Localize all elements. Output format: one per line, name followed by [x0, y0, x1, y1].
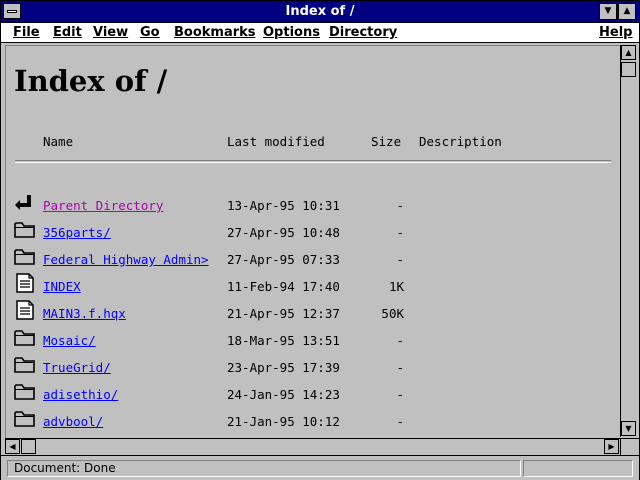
entry-modified: 27-Apr-95 10:48	[227, 225, 340, 240]
entry-size: -	[396, 333, 404, 348]
entry-size: -	[396, 252, 404, 267]
header-divider	[15, 160, 611, 163]
table-row: 356parts/27-Apr-95 10:48 -	[6, 219, 616, 243]
maximize-button[interactable]: ▲	[618, 3, 636, 20]
entry-modified: 21-Apr-95 12:37	[227, 306, 340, 321]
table-row: INDEX 11-Feb-94 17:40 1K	[6, 273, 616, 297]
entry-link[interactable]: Parent Directory	[43, 198, 163, 213]
entry-modified: 23-Apr-95 17:39	[227, 360, 340, 375]
entry-size: -	[396, 414, 404, 429]
folder-icon[interactable]	[14, 408, 36, 428]
table-row: Parent Directory 13-Apr-95 10:31 -	[6, 192, 616, 216]
folder-icon[interactable]	[14, 327, 36, 347]
entry-size: -	[396, 225, 404, 240]
title-bar[interactable]: Index of / ▼ ▲	[1, 1, 639, 23]
entry-link[interactable]: TrueGrid/	[43, 360, 111, 375]
scrollbar-corner	[620, 438, 639, 455]
menu-go[interactable]: Go	[140, 24, 160, 41]
vertical-scrollbar[interactable]: ▲ ▼	[620, 45, 638, 437]
table-row: adisethio/24-Jan-95 14:23 -	[6, 381, 616, 405]
entry-link[interactable]: Federal Highway Admin>	[43, 252, 209, 267]
page-title: Index of /	[14, 64, 168, 98]
menu-view[interactable]: View	[93, 24, 128, 41]
entry-size: -	[396, 387, 404, 402]
entry-size: 1K	[388, 279, 404, 294]
entry-link[interactable]: Mosaic/	[43, 333, 96, 348]
document-icon[interactable]	[14, 273, 36, 293]
folder-icon[interactable]	[14, 381, 36, 401]
browser-window: Index of / ▼ ▲ File Edit View Go Bookmar…	[0, 0, 640, 480]
page-content: Index of / Name Last modified Size Descr…	[5, 45, 620, 438]
menu-edit[interactable]: Edit	[53, 24, 82, 41]
menu-file[interactable]: File	[13, 24, 40, 41]
scroll-right-button[interactable]: ▶	[604, 439, 619, 454]
entry-link[interactable]: adisethio/	[43, 387, 118, 402]
menu-help[interactable]: Help	[599, 24, 632, 41]
horizontal-scrollbar[interactable]: ◀ ▶	[5, 438, 620, 455]
menu-options[interactable]: Options	[263, 24, 320, 41]
entry-modified: 11-Feb-94 17:40	[227, 279, 340, 294]
column-header-modified: Last modified	[227, 134, 325, 149]
menu-directory[interactable]: Directory	[329, 24, 397, 41]
entry-link[interactable]: advbool/	[43, 414, 103, 429]
folder-icon[interactable]	[14, 219, 36, 239]
scroll-down-button[interactable]: ▼	[621, 421, 636, 436]
menu-bookmarks[interactable]: Bookmarks	[174, 24, 256, 41]
entry-modified: 21-Jan-95 10:12	[227, 414, 340, 429]
progress-indicator	[523, 460, 633, 477]
column-header-description: Description	[419, 134, 502, 149]
table-row: Federal Highway Admin> 27-Apr-95 07:33 -	[6, 246, 616, 270]
table-row: advbool/21-Jan-95 10:12 -	[6, 408, 616, 432]
minimize-button[interactable]: ▼	[599, 3, 617, 20]
column-header-size: Size	[371, 134, 402, 149]
parent-arrow-icon[interactable]	[14, 192, 36, 212]
folder-icon[interactable]	[14, 246, 36, 266]
entry-modified: 13-Apr-95 10:31	[227, 198, 340, 213]
entry-size: -	[396, 360, 404, 375]
entry-modified: 27-Apr-95 07:33	[227, 252, 340, 267]
entry-modified: 24-Jan-95 14:23	[227, 387, 340, 402]
entry-link[interactable]: MAIN3.f.hqx	[43, 306, 126, 321]
status-bar: Document: Done	[1, 455, 639, 480]
document-icon[interactable]	[14, 300, 36, 320]
entry-size: 50K	[381, 306, 404, 321]
window-title: Index of /	[285, 4, 355, 19]
vertical-scroll-thumb[interactable]	[621, 62, 636, 77]
horizontal-scroll-thumb[interactable]	[21, 439, 36, 454]
table-row: TrueGrid/23-Apr-95 17:39 -	[6, 354, 616, 378]
scroll-left-button[interactable]: ◀	[5, 439, 20, 454]
entry-size: -	[396, 198, 404, 213]
scroll-up-button[interactable]: ▲	[621, 45, 636, 60]
entry-modified: 18-Mar-95 13:51	[227, 333, 340, 348]
folder-icon[interactable]	[14, 354, 36, 374]
entry-link[interactable]: 356parts/	[43, 225, 111, 240]
table-row: MAIN3.f.hqx 21-Apr-95 12:37 50K	[6, 300, 616, 324]
entry-link[interactable]: INDEX	[43, 279, 81, 294]
table-row: Mosaic/18-Mar-95 13:51 -	[6, 327, 616, 351]
status-text: Document: Done	[7, 460, 521, 477]
menu-bar: File Edit View Go Bookmarks Options Dire…	[1, 23, 639, 43]
column-header-name: Name	[43, 134, 74, 149]
